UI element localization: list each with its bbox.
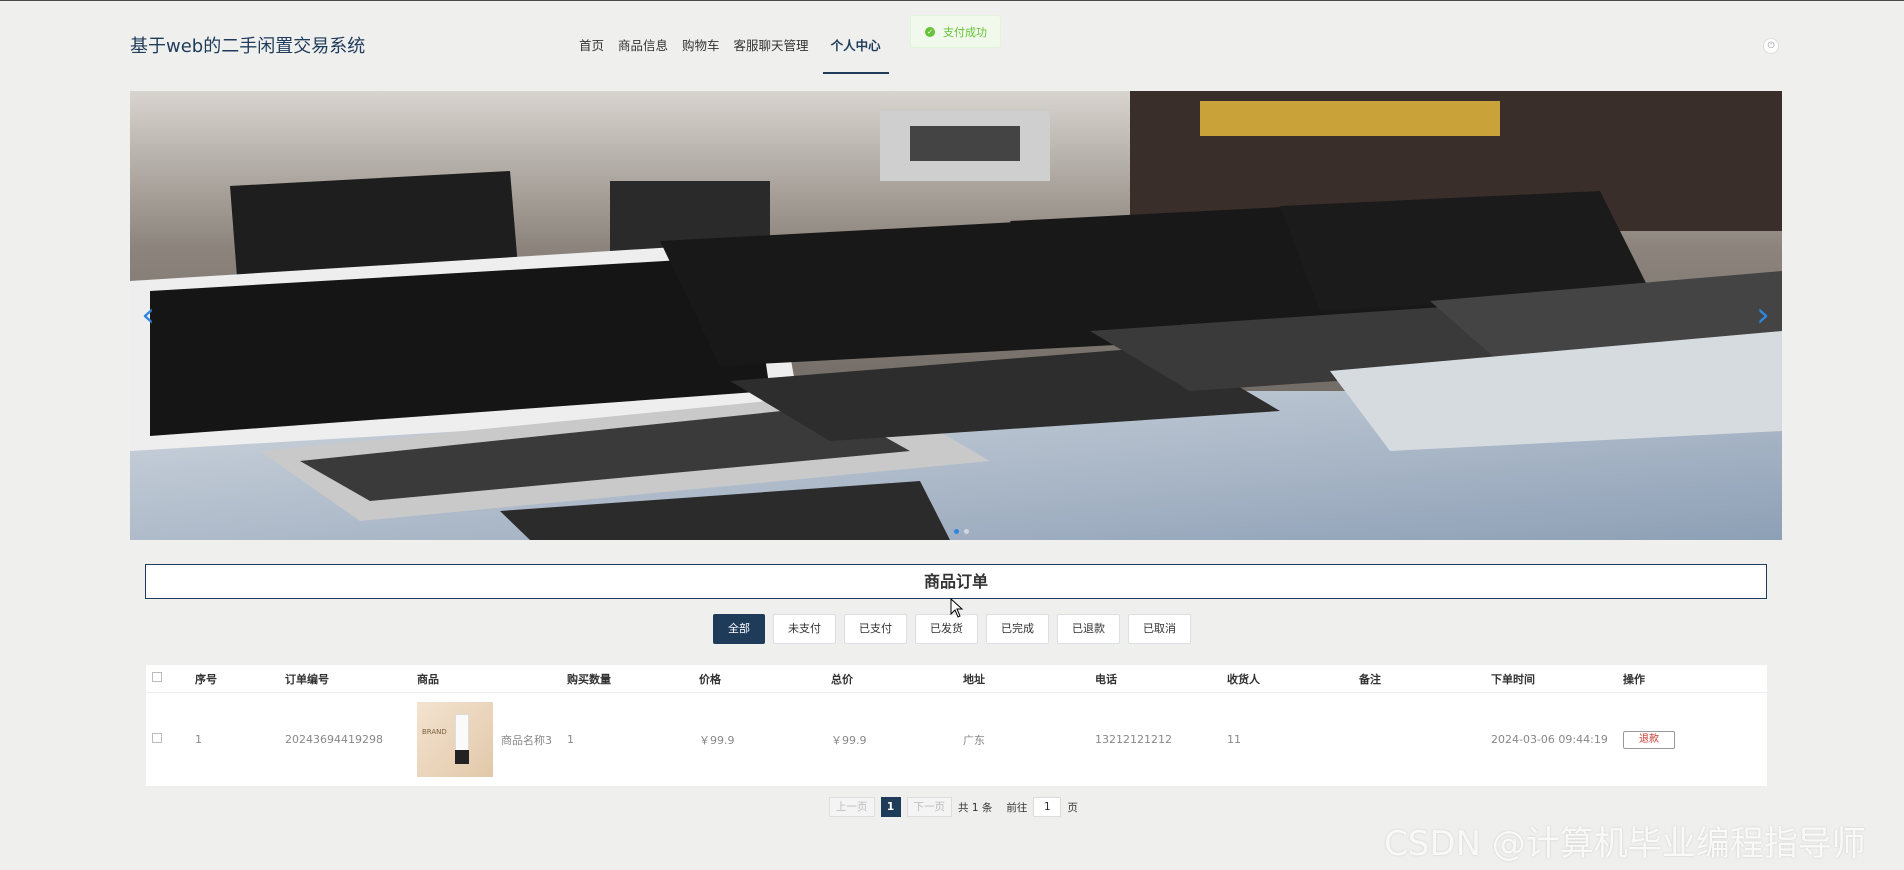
col-index: 序号 (195, 672, 217, 686)
total-count: 共 1 条 (958, 801, 993, 814)
nav-goods-info[interactable]: 商品信息 (618, 0, 668, 74)
col-order-no: 订单编号 (285, 672, 329, 686)
tab-refunded[interactable]: 已退款 (1057, 614, 1120, 644)
site-title[interactable]: 基于web的二手闲置交易系统 (130, 32, 365, 58)
toast-text: 支付成功 (943, 25, 987, 39)
row-time: 2024-03-06 09:44:19 (1491, 733, 1608, 746)
goto-page-input[interactable]: 1 (1033, 797, 1062, 817)
next-page-button[interactable]: 下一页 (906, 797, 952, 817)
banner-image (130, 91, 1782, 540)
row-qty: 1 (567, 733, 574, 746)
row-receiver: 11 (1227, 733, 1241, 746)
col-note: 备注 (1359, 672, 1381, 686)
banner-carousel[interactable] (130, 91, 1782, 540)
row-phone: 13212121212 (1095, 733, 1172, 746)
select-all-checkbox[interactable] (152, 672, 162, 682)
header: 基于web的二手闲置交易系统 首页 商品信息 购物车 客服聊天管理 个人中心 ✓… (0, 0, 1904, 80)
col-phone: 电话 (1095, 672, 1117, 686)
row-action: 退款 (1623, 730, 1723, 749)
page-suffix: 页 (1067, 801, 1078, 814)
col-qty: 购买数量 (567, 672, 611, 686)
row-checkbox[interactable] (152, 733, 162, 743)
tab-paid[interactable]: 已支付 (844, 614, 907, 644)
col-address: 地址 (963, 672, 985, 686)
table-row: 1 20243694419298 BRAND 商品名称3 1 ￥99.9 ￥99… (146, 693, 1767, 786)
col-goods: 商品 (417, 672, 439, 686)
col-time: 下单时间 (1491, 672, 1535, 686)
tab-unpaid[interactable]: 未支付 (773, 614, 836, 644)
carousel-next-icon[interactable]: › (1753, 295, 1773, 335)
order-status-tabs: 全部 未支付 已支付 已发货 已完成 已退款 已取消 (713, 614, 1191, 644)
goods-thumbnail[interactable]: BRAND (417, 702, 493, 777)
carousel-dots (954, 529, 969, 534)
row-order-no: 20243694419298 (285, 733, 383, 746)
page-number-current[interactable]: 1 (880, 797, 901, 817)
row-total: ￥99.9 (831, 733, 867, 747)
tab-completed[interactable]: 已完成 (986, 614, 1049, 644)
orders-table: 序号 订单编号 商品 购买数量 价格 总价 地址 电话 收货人 备注 下单时间 … (146, 665, 1767, 786)
col-total: 总价 (831, 672, 853, 686)
nav-customer-chat[interactable]: 客服聊天管理 (734, 0, 809, 74)
product-cap (455, 750, 469, 764)
col-price: 价格 (699, 672, 721, 686)
carousel-prev-icon[interactable]: ‹ (138, 295, 158, 335)
success-toast: ✓ 支付成功 (910, 15, 1001, 48)
refund-button[interactable]: 退款 (1623, 730, 1675, 749)
table-header: 序号 订单编号 商品 购买数量 价格 总价 地址 电话 收货人 备注 下单时间 … (146, 665, 1767, 693)
row-price: ￥99.9 (699, 733, 735, 747)
prev-page-button[interactable]: 上一页 (829, 797, 875, 817)
carousel-dot[interactable] (954, 529, 959, 534)
section-title: 商品订单 (145, 564, 1767, 599)
goto-label: 前往 (1006, 801, 1028, 814)
main-nav: 首页 商品信息 购物车 客服聊天管理 个人中心 (572, 0, 896, 74)
watermark: CSDN @计算机毕业编程指导师 (1384, 824, 1866, 864)
check-circle-icon: ✓ (925, 26, 935, 37)
nav-home[interactable]: 首页 (579, 0, 604, 74)
goods-name: 商品名称3 (501, 733, 552, 747)
nav-cart[interactable]: 购物车 (682, 0, 720, 74)
col-receiver: 收货人 (1227, 672, 1260, 686)
power-icon[interactable]: ⏻ (1763, 38, 1779, 54)
tab-all[interactable]: 全部 (713, 614, 765, 644)
pagination: 上一页 1 下一页 共 1 条 前往 1 页 (829, 797, 1078, 817)
col-action: 操作 (1623, 672, 1645, 686)
thumb-brand-text: BRAND (422, 728, 447, 736)
row-address: 广东 (963, 733, 985, 747)
row-index: 1 (195, 733, 202, 746)
nav-personal-center[interactable]: 个人中心 (822, 0, 889, 74)
carousel-dot[interactable] (964, 529, 969, 534)
tab-shipped[interactable]: 已发货 (915, 614, 978, 644)
tab-cancelled[interactable]: 已取消 (1128, 614, 1191, 644)
mouse-cursor-icon (950, 598, 964, 618)
row-goods: BRAND 商品名称3 (417, 702, 567, 777)
